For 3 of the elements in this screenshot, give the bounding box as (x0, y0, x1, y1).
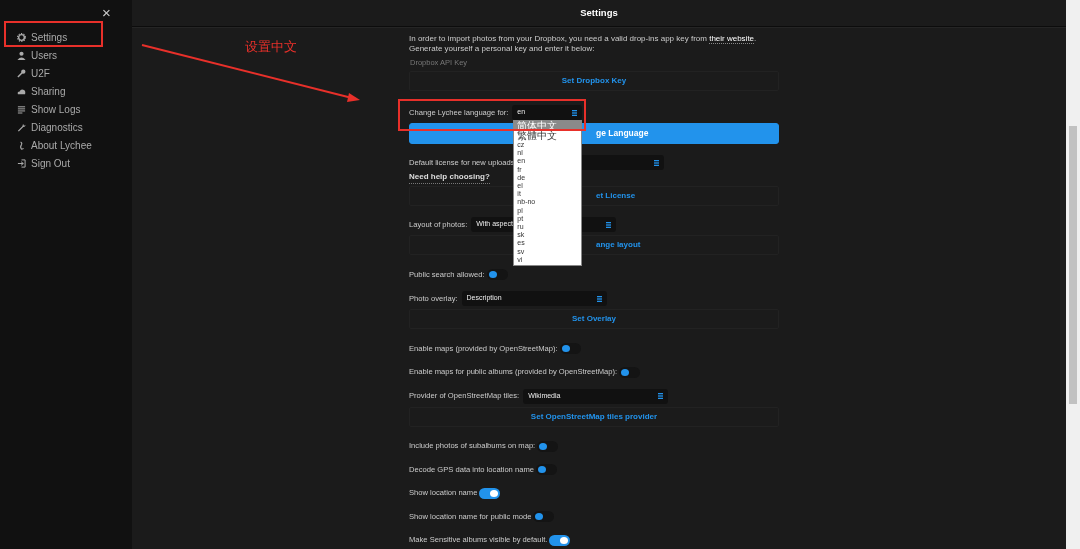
page-title: Settings (132, 0, 1066, 27)
annotation-text: 设置中文 (245, 38, 297, 56)
description-text: In order to import photos from your Dropbox, you need a valid drop-ins app key from their website. Generate yourself a personal key and enter it below: (409, 34, 758, 54)
